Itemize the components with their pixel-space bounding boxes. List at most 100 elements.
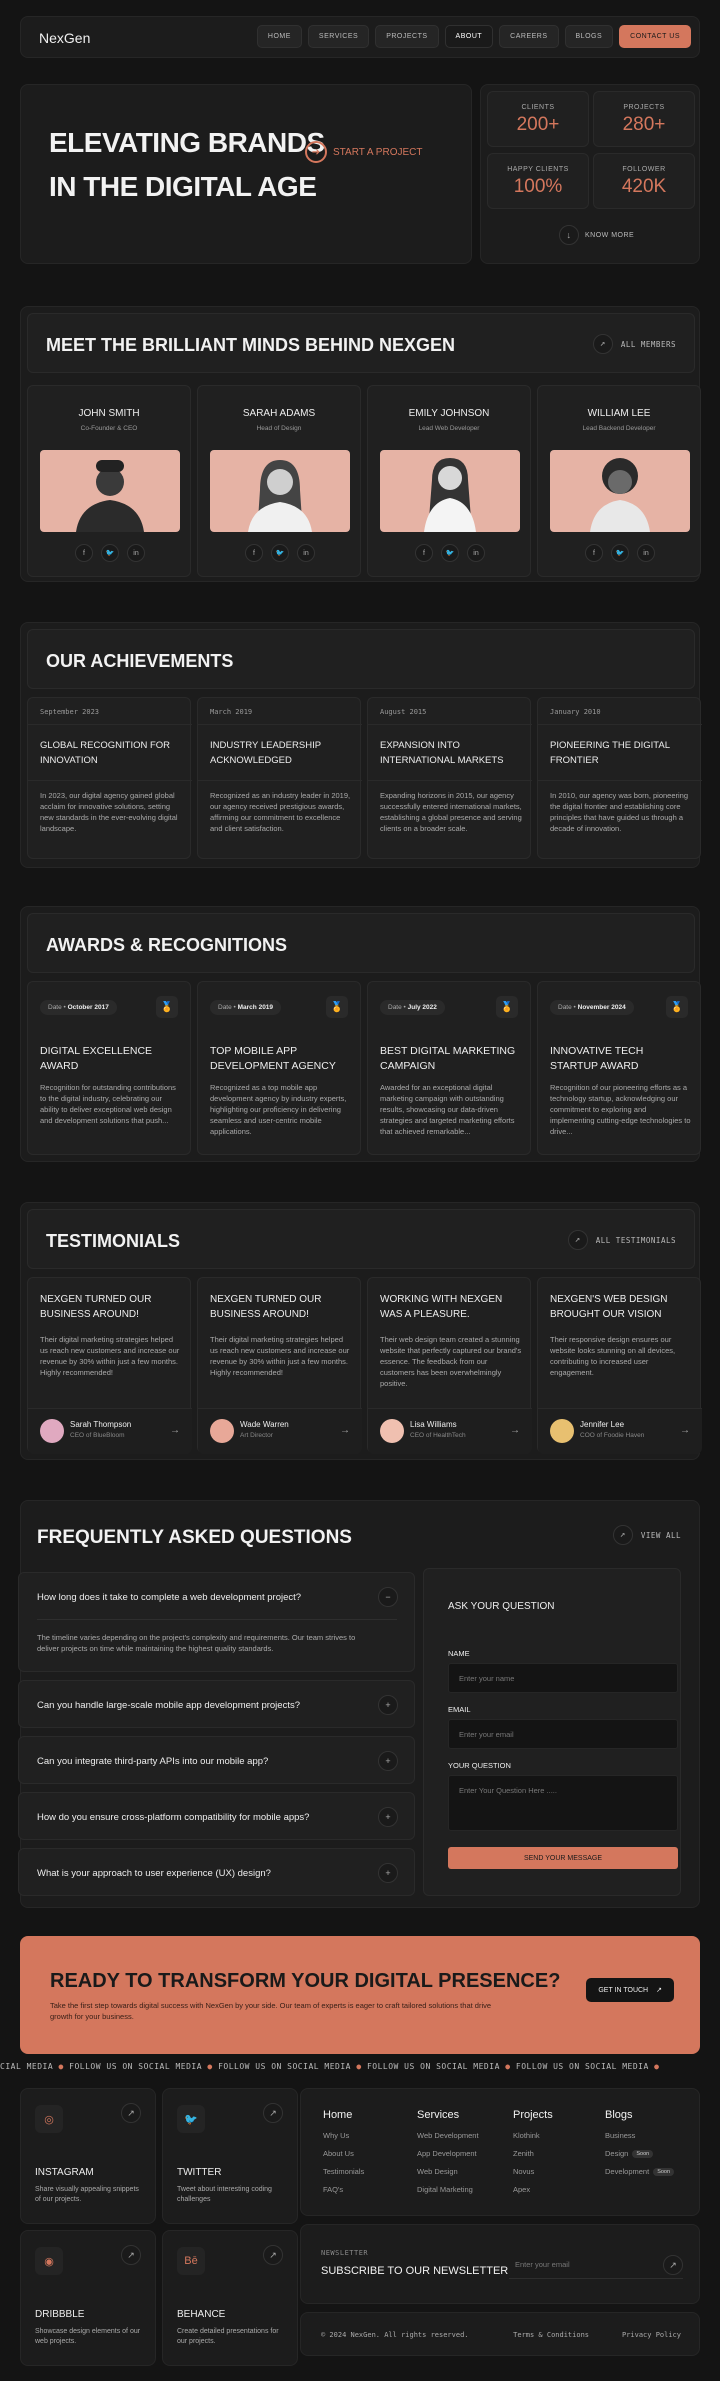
- footer-link[interactable]: About Us: [323, 2149, 364, 2158]
- testimonial-title: NEXGEN TURNED OUR BUSINESS AROUND!: [210, 1294, 322, 1320]
- faq-item[interactable]: What is your approach to user experience…: [18, 1848, 415, 1896]
- plus-icon[interactable]: +: [378, 1807, 398, 1827]
- section-title: TESTIMONIALS: [46, 1231, 180, 1251]
- faq-item[interactable]: Can you handle large-scale mobile app de…: [18, 1680, 415, 1728]
- privacy-link[interactable]: Privacy Policy: [622, 2331, 681, 2339]
- social-card-twitter[interactable]: 🐦 ↗ TWITTER Tweet about interesting codi…: [162, 2088, 298, 2224]
- question-textarea[interactable]: Enter Your Question Here .....: [448, 1775, 678, 1831]
- divider: [538, 724, 702, 725]
- footer-link[interactable]: FAQ's: [323, 2185, 364, 2194]
- testimonial-card: NEXGEN'S WEB DESIGN BROUGHT OUR VISION T…: [537, 1277, 702, 1454]
- footer-heading: Blogs: [605, 2109, 633, 2121]
- member-photo: [210, 450, 350, 532]
- footer-link[interactable]: Apex: [513, 2185, 553, 2194]
- marquee-text: CIAL MEDIA: [0, 2062, 54, 2071]
- footer-link[interactable]: Digital Marketing: [417, 2185, 479, 2194]
- email-input[interactable]: Enter your email: [448, 1719, 678, 1749]
- dot-icon: ●: [356, 2062, 362, 2071]
- social-marquee: CIAL MEDIA ● FOLLOW US ON SOCIAL MEDIA ●…: [0, 2062, 720, 2078]
- award-date: October 2017: [67, 1004, 109, 1011]
- main-nav: HOME SERVICES PROJECTS ABOUT CAREERS BLO…: [256, 25, 691, 48]
- member-role: Lead Backend Developer: [582, 425, 656, 432]
- linkedin-icon[interactable]: in: [127, 544, 145, 562]
- stat-label: CLIENTS: [521, 104, 555, 111]
- linkedin-icon[interactable]: in: [637, 544, 655, 562]
- faq-item-expanded[interactable]: How long does it take to complete a web …: [18, 1572, 415, 1672]
- social-card-behance[interactable]: Bē ↗ BEHANCE Create detailed presentatio…: [162, 2230, 298, 2366]
- nav-blogs[interactable]: BLOGS: [564, 25, 614, 48]
- arrow-up-right-icon[interactable]: ↗: [121, 2103, 141, 2123]
- arrow-up-right-icon[interactable]: ↗: [121, 2245, 141, 2265]
- footer-link[interactable]: App Development: [417, 2149, 479, 2158]
- all-members-link[interactable]: ↗ ALL MEMBERS: [592, 334, 676, 354]
- facebook-icon[interactable]: f: [585, 544, 603, 562]
- plus-icon[interactable]: +: [378, 1695, 398, 1715]
- name-input[interactable]: Enter your name: [448, 1663, 678, 1693]
- arrow-up-right-icon[interactable]: ↗: [263, 2245, 283, 2265]
- divider: [28, 780, 192, 781]
- footer-links: Home Why Us About Us Testimonials FAQ's …: [300, 2088, 700, 2216]
- twitter-icon[interactable]: 🐦: [611, 544, 629, 562]
- award-card: Date • July 2022 🏅 BEST DIGITAL MARKETIN…: [367, 981, 531, 1155]
- facebook-icon[interactable]: f: [245, 544, 263, 562]
- arrow-right-icon[interactable]: →: [680, 1425, 690, 1436]
- arrow-up-right-icon[interactable]: ↗: [263, 2103, 283, 2123]
- member-socials: f 🐦 in: [538, 544, 702, 562]
- terms-link[interactable]: Terms & Conditions: [513, 2331, 589, 2339]
- footer-link[interactable]: Zenith: [513, 2149, 553, 2158]
- facebook-icon[interactable]: f: [75, 544, 93, 562]
- nav-projects[interactable]: PROJECTS: [375, 25, 439, 48]
- nav-home[interactable]: HOME: [256, 25, 302, 48]
- view-all-link[interactable]: ↗ VIEW ALL: [612, 1525, 681, 1545]
- linkedin-icon[interactable]: in: [297, 544, 315, 562]
- twitter-icon[interactable]: 🐦: [101, 544, 119, 562]
- awards-section: AWARDS & RECOGNITIONS Date • October 201…: [20, 906, 701, 1162]
- send-message-button[interactable]: SEND YOUR MESSAGE: [448, 1847, 678, 1869]
- achievement-card: September 2023 GLOBAL RECOGNITION FOR IN…: [27, 697, 192, 859]
- social-card-instagram[interactable]: ◎ ↗ INSTAGRAM Share visually appealing s…: [20, 2088, 156, 2224]
- stat-value: 280+: [622, 114, 666, 135]
- social-card-dribbble[interactable]: ◉ ↗ DRIBBBLE Showcase design elements of…: [20, 2230, 156, 2366]
- footer-link-design[interactable]: Design Soon: [605, 2149, 674, 2158]
- footer-link[interactable]: Business: [605, 2131, 674, 2140]
- arrow-right-icon[interactable]: →: [340, 1425, 350, 1436]
- arrow-right-icon[interactable]: →: [170, 1425, 180, 1436]
- nav-services[interactable]: SERVICES: [307, 25, 370, 48]
- faq-item[interactable]: How do you ensure cross-platform compati…: [18, 1792, 415, 1840]
- logo[interactable]: NexGen: [39, 30, 90, 46]
- footer-link[interactable]: Why Us: [323, 2131, 364, 2140]
- footer-link[interactable]: Novus: [513, 2167, 553, 2176]
- linkedin-icon[interactable]: in: [467, 544, 485, 562]
- social-name: INSTAGRAM: [35, 2167, 94, 2178]
- faq-item[interactable]: Can you integrate third-party APIs into …: [18, 1736, 415, 1784]
- contact-us-button[interactable]: CONTACT US: [619, 25, 691, 48]
- award-date: November 2024: [577, 1004, 626, 1011]
- nav-careers[interactable]: CAREERS: [499, 25, 559, 48]
- plus-icon[interactable]: +: [378, 1863, 398, 1883]
- all-testimonials-link[interactable]: ↗ ALL TESTIMONIALS: [567, 1230, 676, 1250]
- social-desc: Create detailed presentations for our pr…: [177, 2328, 279, 2345]
- footer-heading: Home: [323, 2109, 353, 2121]
- awards-header: AWARDS & RECOGNITIONS: [27, 913, 695, 973]
- know-more-link[interactable]: ↓ KNOW MORE: [559, 225, 634, 245]
- footer-link[interactable]: Web Design: [417, 2167, 479, 2176]
- facebook-icon[interactable]: f: [415, 544, 433, 562]
- get-in-touch-button[interactable]: GET IN TOUCH ↗: [586, 1978, 674, 2002]
- footer-link-development[interactable]: Development Soon: [605, 2167, 675, 2176]
- footer-link[interactable]: Klothink: [513, 2131, 553, 2140]
- arrow-right-icon[interactable]: →: [510, 1425, 520, 1436]
- member-name: EMILY JOHNSON: [408, 408, 490, 419]
- plus-icon[interactable]: +: [378, 1751, 398, 1771]
- footer-link[interactable]: Web Development: [417, 2131, 479, 2140]
- arrow-right-icon: ➔: [305, 141, 327, 163]
- achievement-desc: Recognized as an industry leader in 2019…: [210, 791, 351, 833]
- twitter-icon[interactable]: 🐦: [441, 544, 459, 562]
- newsletter-input[interactable]: Enter your email ↗: [509, 2253, 683, 2279]
- footer-link[interactable]: Testimonials: [323, 2167, 364, 2176]
- start-project-link[interactable]: ➔ START A PROJECT: [305, 141, 422, 163]
- author-name: Wade Warren: [240, 1420, 289, 1429]
- nav-about[interactable]: ABOUT: [444, 25, 494, 48]
- minus-icon[interactable]: −: [378, 1587, 398, 1607]
- twitter-icon[interactable]: 🐦: [271, 544, 289, 562]
- arrow-up-right-icon[interactable]: ↗: [663, 2255, 683, 2275]
